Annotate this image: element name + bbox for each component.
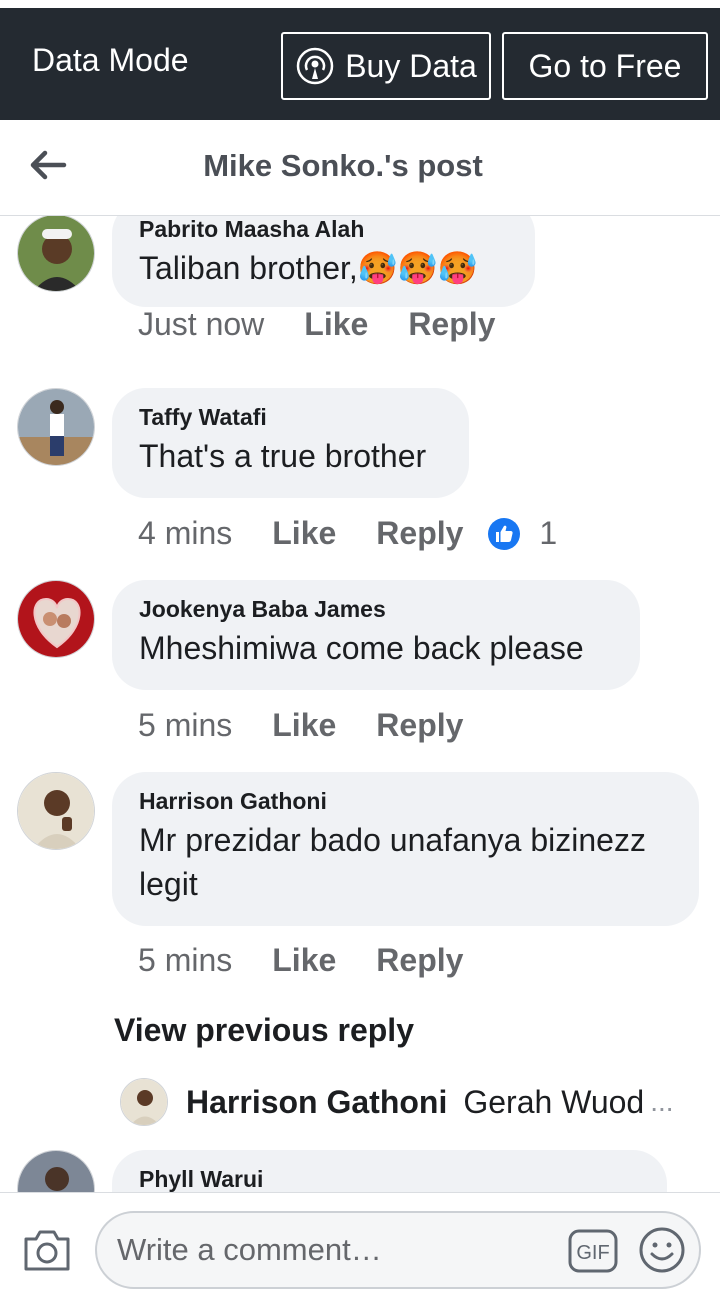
avatar[interactable] xyxy=(17,772,95,850)
comment-author[interactable]: Jookenya Baba James xyxy=(139,594,613,624)
buy-data-button[interactable]: Buy Data xyxy=(281,32,491,100)
gif-icon[interactable]: GIF xyxy=(568,1229,618,1273)
data-mode-label: Data Mode xyxy=(32,42,189,78)
comment-author[interactable]: Pabrito Maasha Alah xyxy=(139,216,508,244)
page-title: Mike Sonko.'s post xyxy=(203,148,483,183)
avatar[interactable] xyxy=(17,580,95,658)
comment-actions: 5 mins Like Reply xyxy=(138,942,463,979)
like-button[interactable]: Like xyxy=(272,515,336,552)
avatar xyxy=(120,1078,168,1126)
comment-time[interactable]: 4 mins xyxy=(138,515,232,552)
avatar[interactable] xyxy=(17,216,95,292)
comment-time[interactable]: Just now xyxy=(138,306,264,343)
reply-button[interactable]: Reply xyxy=(408,306,495,343)
comment-text: Mr prezidar bado unafanya bizinezz legit xyxy=(139,822,646,902)
comment-text: That's a true brother xyxy=(139,438,427,474)
comment-author[interactable]: Phyll Warui xyxy=(139,1164,640,1192)
reaction-summary[interactable]: 1 xyxy=(487,515,557,552)
comment-bubble[interactable]: Jookenya Baba James Mheshimiwa come back… xyxy=(112,580,640,690)
emoji-icon[interactable] xyxy=(638,1226,686,1274)
comment-author[interactable]: Taffy Watafi xyxy=(139,402,442,432)
avatar[interactable] xyxy=(17,388,95,466)
reply-ellipsis: ... xyxy=(650,1086,674,1117)
reply-button[interactable]: Reply xyxy=(376,942,463,979)
data-mode-bar: Data Mode Buy Data Go to Free xyxy=(0,8,720,120)
view-previous-reply-link[interactable]: View previous reply xyxy=(114,1012,414,1049)
avatar[interactable] xyxy=(17,1150,95,1192)
like-button[interactable]: Like xyxy=(272,707,336,744)
gif-label: GIF xyxy=(576,1242,609,1264)
like-button[interactable]: Like xyxy=(304,306,368,343)
comment-text: Taliban brother,🥵🥵🥵 xyxy=(139,250,478,286)
comment-composer: GIF xyxy=(0,1192,720,1299)
comment-actions: Just now Like Reply xyxy=(138,306,495,343)
reply-preview[interactable]: Harrison Gathoni Gerah Wuod ... xyxy=(120,1078,674,1126)
comment-bubble[interactable]: Taffy Watafi That's a true brother xyxy=(112,388,469,498)
reply-snippet: Gerah Wuod xyxy=(463,1083,645,1120)
comment-time[interactable]: 5 mins xyxy=(138,942,232,979)
comment-input[interactable] xyxy=(117,1225,557,1275)
comments-list[interactable]: Pabrito Maasha Alah Taliban brother,🥵🥵🥵 … xyxy=(0,216,720,1192)
like-button[interactable]: Like xyxy=(272,942,336,979)
comment-time[interactable]: 5 mins xyxy=(138,707,232,744)
buy-data-label: Buy Data xyxy=(345,47,477,84)
reaction-count: 1 xyxy=(539,515,558,551)
reply-author: Harrison Gathoni xyxy=(186,1083,448,1120)
comment-text: Mheshimiwa come back please xyxy=(139,630,584,666)
comment-actions: 5 mins Like Reply xyxy=(138,707,463,744)
broadcast-icon xyxy=(296,47,334,85)
like-reaction-icon xyxy=(488,517,521,550)
comment-bubble[interactable]: Harrison Gathoni Mr prezidar bado unafan… xyxy=(112,772,699,926)
comment-author[interactable]: Harrison Gathoni xyxy=(139,786,672,816)
go-to-free-button[interactable]: Go to Free xyxy=(502,32,708,100)
go-to-free-label: Go to Free xyxy=(528,47,682,84)
comment-actions: 4 mins Like Reply 1 xyxy=(138,515,557,552)
post-header: Mike Sonko.'s post xyxy=(0,120,720,216)
comment-input-wrapper[interactable]: GIF xyxy=(95,1211,701,1289)
reply-button[interactable]: Reply xyxy=(376,515,463,552)
reply-button[interactable]: Reply xyxy=(376,707,463,744)
comment-bubble[interactable]: Phyll Warui xyxy=(112,1150,667,1192)
camera-icon[interactable] xyxy=(22,1227,72,1273)
comment-bubble[interactable]: Pabrito Maasha Alah Taliban brother,🥵🥵🥵 xyxy=(112,216,535,307)
